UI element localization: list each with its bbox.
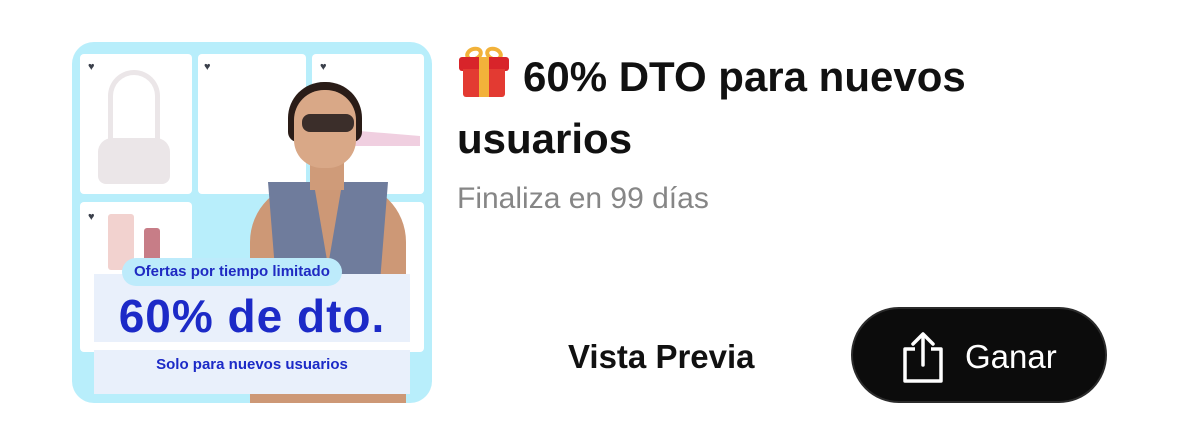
- handbag-strap: [108, 70, 160, 142]
- offer-title-text: 60% DTO para nuevos usuarios: [457, 53, 966, 162]
- earn-button-label: Ganar: [965, 338, 1057, 375]
- promo-badge: Ofertas por tiempo limitado: [122, 258, 342, 286]
- sunglasses: [302, 114, 354, 132]
- heart-icon: ♥: [88, 211, 95, 223]
- share-icon: [903, 332, 943, 383]
- gift-icon: [457, 44, 511, 97]
- heart-icon: ♥: [320, 61, 327, 73]
- offer-expiry: Finaliza en 99 días: [457, 182, 709, 215]
- handbag-image: [98, 138, 170, 184]
- earn-button[interactable]: Ganar: [851, 307, 1107, 403]
- heart-icon: ♥: [204, 61, 211, 73]
- preview-button[interactable]: Vista Previa: [568, 336, 755, 378]
- promo-image[interactable]: ♥ ♥ ♥ ♥ ♥ Ofertas por tiempo limitado 60…: [72, 42, 432, 403]
- offer-title: 60% DTO para nuevos usuarios: [457, 44, 1097, 170]
- promo-headline: 60% de dto.: [118, 290, 386, 342]
- promo-footer: Solo para nuevos usuarios: [156, 356, 348, 373]
- heart-icon: ♥: [88, 61, 95, 73]
